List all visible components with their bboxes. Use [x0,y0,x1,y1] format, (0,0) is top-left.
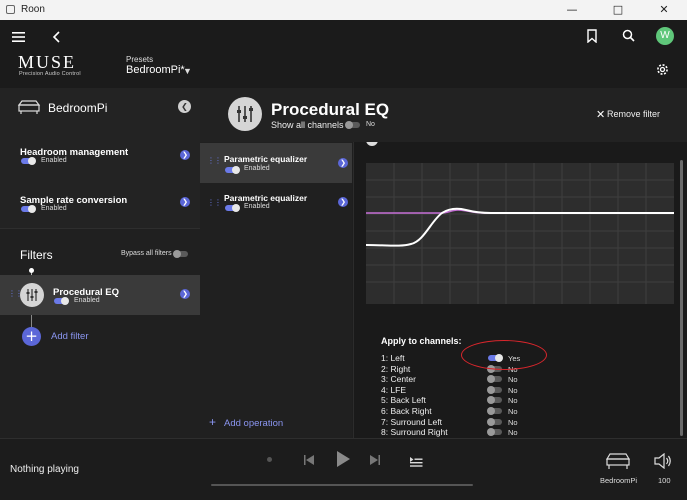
channel-toggle[interactable] [487,396,502,405]
channel-name: 4: LFE [381,384,407,395]
operations-list [200,142,352,438]
sample-rate-status: Enabled [41,205,67,212]
operation-status: Enabled [244,203,270,210]
headroom-chevron-icon[interactable]: ❯ [180,150,190,160]
operation-status: Enabled [244,165,270,172]
search-icon[interactable] [622,29,635,42]
close-icon[interactable]: ✕ [596,108,605,121]
brand-subtitle: Precision Audio Control [19,71,81,77]
collapse-panel-button[interactable]: ❮ [178,100,191,113]
add-filter-link[interactable]: Add filter [51,331,89,342]
gear-icon[interactable] [656,63,669,76]
headroom-title: Headroom management [20,147,129,158]
user-avatar[interactable]: W [656,27,674,45]
previous-icon[interactable] [303,453,315,465]
show-all-channels-toggle[interactable] [345,121,360,129]
play-icon[interactable] [335,450,351,468]
channel-toggle[interactable] [487,417,502,426]
operation-title: Parametric equalizer [224,193,308,203]
eq-sliders-icon [228,97,262,131]
channel-name: 2: Right [381,363,411,374]
player-bar [0,438,687,500]
filter-toggle[interactable] [54,297,69,305]
channel-toggle[interactable] [487,428,502,437]
channel-toggle[interactable] [487,407,502,415]
bookmark-icon[interactable] [586,29,598,44]
channel-toggle[interactable] [487,385,502,394]
filter-status: Enabled [74,297,100,304]
show-all-channels-label: Show all channels [271,120,344,130]
close-button[interactable]: ✕ [641,0,687,20]
eq-sliders-icon [20,283,44,307]
channel-value: No [508,407,518,416]
add-operation-link[interactable]: Add operation [224,418,283,429]
sample-rate-chevron-icon[interactable]: ❯ [180,197,190,207]
divider [0,228,200,229]
annotation-circle [461,340,547,370]
remove-filter-button[interactable]: Remove filter [607,109,660,119]
player-zone-name[interactable]: BedroomPi [600,476,637,485]
app-header [0,20,687,88]
settings-scrollbar[interactable] [680,160,683,436]
app-icon [6,5,15,14]
sample-rate-toggle[interactable] [21,205,36,213]
add-operation-icon[interactable]: + [209,415,216,429]
bypass-label: Bypass all filters [121,250,172,257]
eq-response-graph [365,163,674,304]
stop-icon[interactable] [267,457,272,462]
caret-down-icon[interactable]: ▼ [183,66,192,76]
show-all-channels-value: No [366,121,375,128]
filter-chevron-icon[interactable]: ❯ [180,289,190,299]
operation-toggle[interactable] [225,166,240,174]
volume-level[interactable]: 100 [658,476,671,485]
apply-channels-title: Apply to channels: [381,336,462,346]
bypass-toggle[interactable] [173,250,188,258]
add-filter-icon[interactable]: + [22,327,41,346]
next-icon[interactable] [369,453,381,465]
filter-editor-title: Procedural EQ [271,100,390,119]
brand-logo: MUSE [18,52,77,72]
minimize-button[interactable]: — [549,0,595,20]
presets-dropdown[interactable]: BedroomPi* [126,64,185,76]
drag-handle-icon[interactable]: ⋮⋮ [207,156,222,165]
collapsed-control-icon[interactable] [366,142,380,147]
channel-name: 8: Surround Right [381,427,448,438]
now-playing-text: Nothing playing [10,464,79,475]
seek-bar[interactable] [211,484,473,486]
channel-name: 6: Back Right [381,406,432,416]
queue-icon[interactable] [410,454,423,467]
zone-device-icon[interactable] [605,452,631,470]
presets-label: Presets [126,55,154,64]
chain-node [29,268,34,273]
channel-name: 1: Left [381,353,405,363]
channel-value: No [508,396,518,406]
channel-value: No [508,428,518,438]
channel-value: No [508,417,518,427]
operation-title: Parametric equalizer [224,154,308,164]
channel-value: No [508,375,518,385]
headroom-toggle[interactable] [21,157,36,165]
channel-name: 7: Surround Left [381,416,442,427]
channel-name: 5: Back Left [381,395,426,406]
window-titlebar: Roon — □ ✕ [0,0,687,20]
drag-handle-icon[interactable]: ⋮⋮ [207,198,222,207]
operation-toggle[interactable] [225,204,240,212]
maximize-button[interactable]: □ [595,0,641,20]
zone-device-icon [17,99,41,115]
window-title: Roon [21,4,45,15]
menu-icon[interactable] [12,30,26,42]
channel-toggle[interactable] [487,375,502,384]
zone-name: BedroomPi [48,101,108,115]
operation-chevron-icon[interactable]: ❯ [338,197,348,207]
volume-icon[interactable] [654,452,672,470]
back-icon[interactable] [52,30,62,43]
sample-rate-title: Sample rate conversion [20,195,128,206]
channel-name: 3: Center [381,374,416,385]
channel-value: No [508,385,518,395]
headroom-status: Enabled [41,157,67,164]
operation-chevron-icon[interactable]: ❯ [338,158,348,168]
filters-heading: Filters [20,248,53,262]
